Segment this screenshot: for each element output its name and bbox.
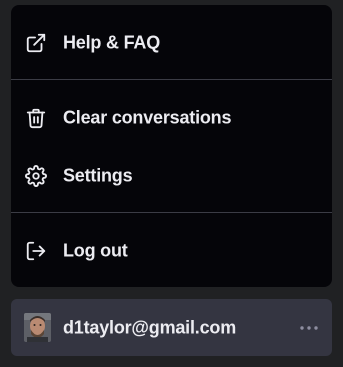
account-email: d1taylor@gmail.com bbox=[63, 317, 236, 337]
menu-divider bbox=[11, 79, 332, 80]
menu-item-label: Help & FAQ bbox=[63, 32, 161, 53]
user-menu-panel: Help & FAQ Clear conversations Settings … bbox=[0, 0, 343, 367]
menu-item-log-out[interactable]: Log out bbox=[11, 227, 332, 275]
more-horizontal-icon[interactable] bbox=[299, 320, 319, 336]
menu-item-settings[interactable]: Settings bbox=[11, 152, 332, 200]
menu-item-label: Log out bbox=[63, 240, 128, 261]
menu-item-label: Clear conversations bbox=[63, 107, 232, 128]
menu-item-clear-conversations[interactable]: Clear conversations bbox=[11, 94, 332, 142]
gear-icon bbox=[25, 165, 47, 187]
menu-item-help-faq[interactable]: Help & FAQ bbox=[11, 19, 332, 67]
menu-divider bbox=[11, 212, 332, 213]
logout-icon bbox=[25, 240, 47, 262]
account-dropdown-menu: Help & FAQ Clear conversations Settings … bbox=[11, 5, 332, 287]
account-button[interactable]: d1taylor@gmail.com bbox=[11, 299, 332, 356]
menu-item-label: Settings bbox=[63, 165, 133, 186]
trash-icon bbox=[25, 107, 47, 129]
external-link-icon bbox=[25, 32, 47, 54]
avatar bbox=[24, 313, 51, 342]
